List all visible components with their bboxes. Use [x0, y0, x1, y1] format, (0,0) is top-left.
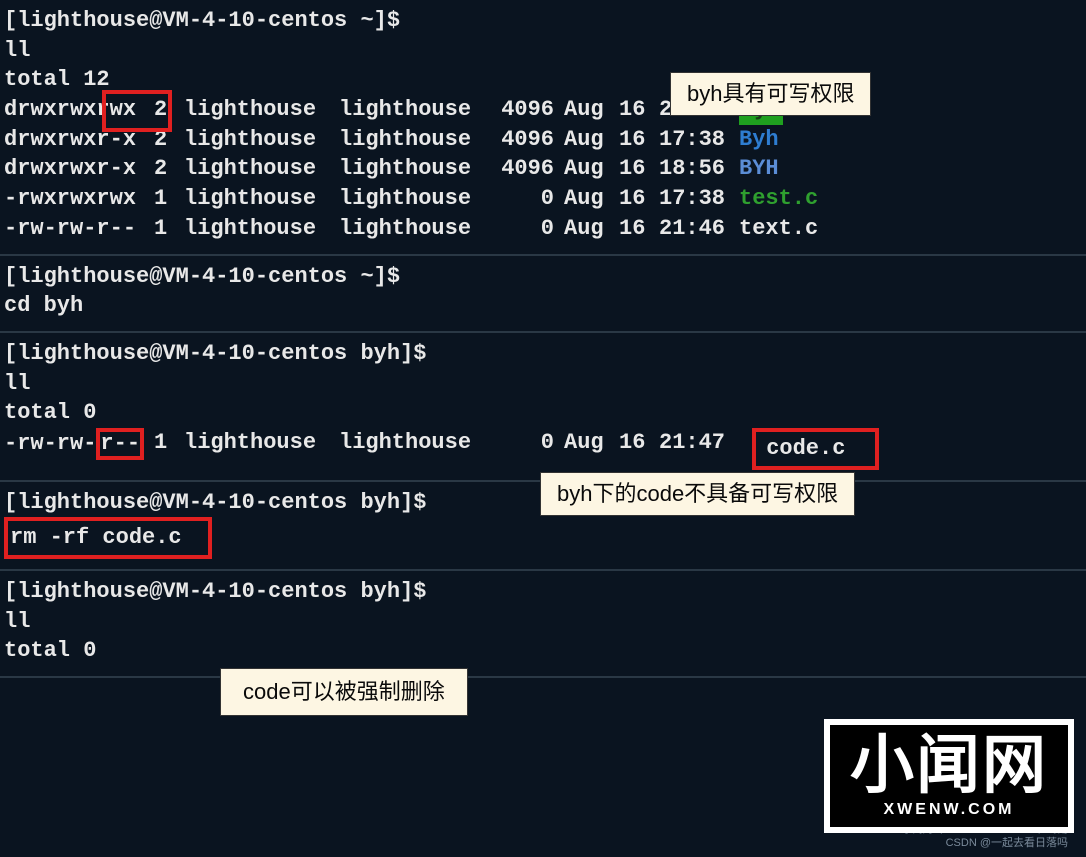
ls-output: drwxrwxrwx2lighthouselighthouse4096Aug16… [0, 95, 1086, 243]
filename: test.c [739, 184, 818, 214]
terminal-block-3: [lighthouse@VM-4-10-centos byh]$ ll tota… [0, 333, 1086, 482]
prompt: [lighthouse@VM-4-10-centos ~]$ [0, 6, 1086, 36]
command-rm: rm -rf code.c [0, 517, 1086, 559]
ls-row: -rwxrwxrwx1lighthouselighthouse0Aug1617:… [0, 184, 1086, 214]
annotation-1: byh具有可写权限 [670, 72, 871, 116]
filename: Byh [739, 125, 779, 155]
command-ll: ll [0, 607, 1086, 637]
highlight-box-filename: code.c [752, 428, 879, 470]
total-line: total 12 [0, 65, 1086, 95]
filename: text.c [739, 214, 818, 244]
ls-row: drwxrwxr-x2lighthouselighthouse4096Aug16… [0, 125, 1086, 155]
prompt: [lighthouse@VM-4-10-centos ~]$ [0, 262, 1086, 292]
prompt: [lighthouse@VM-4-10-centos byh]$ [0, 577, 1086, 607]
ls-row: -rw-rw-r--1lighthouselighthouse0Aug1621:… [0, 214, 1086, 244]
watermark-small: XWENW.COM [850, 799, 1048, 821]
annotation-2: byh下的code不具备可写权限 [540, 472, 855, 516]
ls-row: drwxrwxrwx2lighthouselighthouse4096Aug16… [0, 95, 1086, 125]
highlight-box-perm: r-- [96, 428, 144, 460]
filename: BYH [739, 154, 779, 184]
annotation-3: code可以被强制删除 [220, 668, 468, 716]
total-line: total 0 [0, 636, 1086, 666]
prompt: [lighthouse@VM-4-10-centos byh]$ [0, 339, 1086, 369]
command-cd: cd byh [0, 291, 1086, 321]
highlight-box-rm: rm -rf code.c [4, 517, 212, 559]
total-line: total 0 [0, 398, 1086, 428]
terminal-block-5: [lighthouse@VM-4-10-centos byh]$ ll tota… [0, 571, 1086, 678]
footer-watermark-2: CSDN @一起去看日落吗 [946, 836, 1068, 851]
command-ll: ll [0, 36, 1086, 66]
command-ll: ll [0, 369, 1086, 399]
ls-row: drwxrwxr-x2lighthouselighthouse4096Aug16… [0, 154, 1086, 184]
terminal-block-1: [lighthouse@VM-4-10-centos ~]$ ll total … [0, 0, 1086, 256]
watermark-big: 小闻网 [850, 733, 1048, 797]
watermark-logo: 小闻网 XWENW.COM [824, 719, 1074, 833]
ls-row-code: -rw-rw-r-- 1 lighthouse lighthouse 0 Aug… [0, 428, 1086, 470]
terminal-block-2: [lighthouse@VM-4-10-centos ~]$ cd byh [0, 256, 1086, 333]
